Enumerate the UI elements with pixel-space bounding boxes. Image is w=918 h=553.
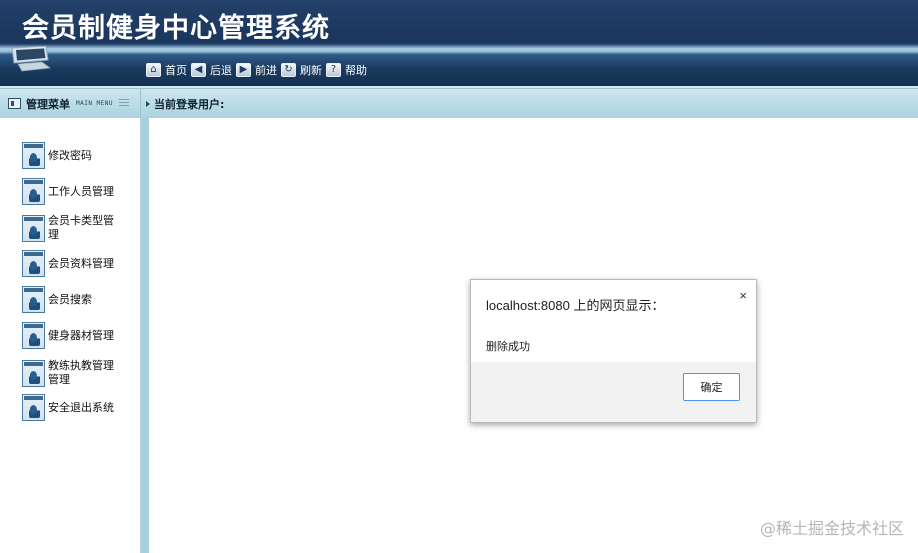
sidebar-item-member-profiles[interactable]: 会员资料管理 <box>22 250 123 277</box>
sidebar-item-label: 会员资料管理 <box>48 256 114 270</box>
sidebar-item-label: 教练执教管理管理 <box>48 359 114 386</box>
sidebar-item-label: 工作人员管理 <box>48 184 114 198</box>
sidebar-item-label: 会员搜索 <box>48 292 92 306</box>
monitor-icon <box>11 46 52 72</box>
toolbar-refresh-label: 刷新 <box>300 64 322 77</box>
toolbar-home-label: 首页 <box>165 64 187 77</box>
dialog-title: localhost:8080 上的网页显示： <box>486 298 665 313</box>
sidebar-item-label: 会员卡类型管理 <box>48 214 114 241</box>
sidebar: 修改密码 工作人员管理 会员卡类型管理 会员资料管理 会员搜索 健身器材管理 教… <box>0 118 141 553</box>
menu-icon <box>8 98 21 109</box>
home-icon: ⌂ <box>146 63 161 77</box>
sidebar-splitter[interactable] <box>141 118 149 553</box>
module-icon <box>22 394 45 421</box>
sidebar-item-label: 修改密码 <box>48 148 92 162</box>
forward-icon: ▶ <box>236 63 251 77</box>
module-icon <box>22 250 45 277</box>
header-swoosh <box>0 44 918 54</box>
sidebar-item-change-password[interactable]: 修改密码 <box>22 142 123 169</box>
toolbar-forward-label: 前进 <box>255 64 277 77</box>
refresh-icon: ↻ <box>281 63 296 77</box>
login-status: 当前登录用户: <box>142 89 224 118</box>
alert-dialog: localhost:8080 上的网页显示： × 删除成功 确定 <box>470 279 757 423</box>
module-icon <box>22 359 45 387</box>
menu-subtitle: MAIN MENU <box>76 100 114 107</box>
sidebar-item-member-search[interactable]: 会员搜索 <box>22 286 123 313</box>
module-icon <box>22 286 45 313</box>
back-icon: ◀ <box>191 63 206 77</box>
sidebar-item-label: 安全退出系统 <box>48 400 114 414</box>
menu-header: 管理菜单 MAIN MENU <box>0 89 141 118</box>
sidebar-item-card-types[interactable]: 会员卡类型管理 <box>22 214 123 242</box>
module-icon <box>22 322 45 349</box>
toolbar-home-button[interactable]: ⌂ 首页 <box>146 62 187 78</box>
toolbar-help-label: 帮助 <box>345 64 367 77</box>
toolbar-back-label: 后退 <box>210 64 232 77</box>
toolbar-refresh-button[interactable]: ↻ 刷新 <box>281 62 322 78</box>
ok-button[interactable]: 确定 <box>683 373 740 401</box>
menu-title: 管理菜单 <box>26 97 70 111</box>
module-icon <box>22 178 45 205</box>
arrow-right-icon <box>146 100 150 107</box>
module-icon <box>22 214 45 242</box>
app-title: 会员制健身中心管理系统 <box>22 13 330 44</box>
toolbar-forward-button[interactable]: ▶ 前进 <box>236 62 277 78</box>
app-header: 会员制健身中心管理系统 ⌂ 首页 ◀ 后退 ▶ 前进 ↻ 刷新 ? 帮助 <box>0 0 918 88</box>
toolbar-back-button[interactable]: ◀ 后退 <box>191 62 232 78</box>
menu-lines-icon <box>119 99 130 108</box>
dialog-message: 删除成功 <box>486 340 530 353</box>
sidebar-item-equipment[interactable]: 健身器材管理 <box>22 322 123 349</box>
module-icon <box>22 142 45 169</box>
close-icon[interactable]: × <box>739 288 747 303</box>
watermark: @稀土掘金技术社区 <box>759 519 904 538</box>
help-icon: ? <box>326 63 341 77</box>
sidebar-item-staff[interactable]: 工作人员管理 <box>22 178 123 205</box>
toolbar: ⌂ 首页 ◀ 后退 ▶ 前进 ↻ 刷新 ? 帮助 <box>146 61 371 79</box>
nav-bar: 管理菜单 MAIN MENU 当前登录用户: <box>0 88 918 118</box>
sidebar-item-label: 健身器材管理 <box>48 328 114 342</box>
current-user-label: 当前登录用户: <box>154 97 225 111</box>
sidebar-item-coaching[interactable]: 教练执教管理管理 <box>22 359 123 387</box>
sidebar-item-logout[interactable]: 安全退出系统 <box>22 394 123 421</box>
toolbar-help-button[interactable]: ? 帮助 <box>326 62 367 78</box>
